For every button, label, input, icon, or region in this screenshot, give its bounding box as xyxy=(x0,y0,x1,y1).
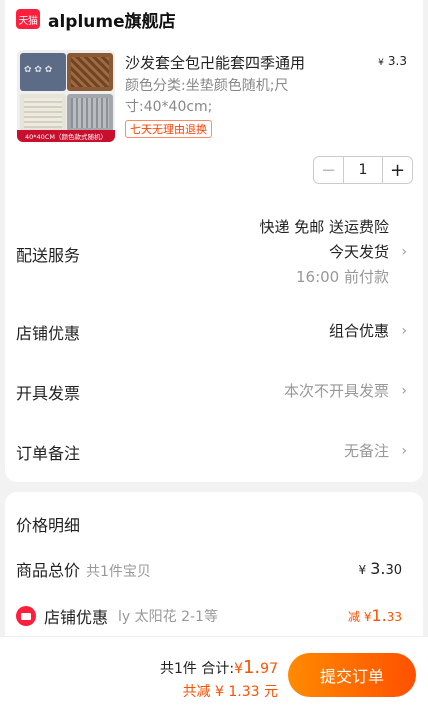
chevron-right-icon: › xyxy=(401,322,407,339)
quantity-value[interactable]: 1 xyxy=(344,157,382,183)
shop-coupon-value: 组合优惠 xyxy=(328,322,389,340)
cushion-gray-image xyxy=(67,94,113,132)
chevron-right-icon[interactable]: › xyxy=(401,244,407,260)
discount-prefix: 减 ¥ xyxy=(348,610,372,624)
order-note-selector[interactable]: 无备注 › xyxy=(344,440,407,461)
item-count: 共1件宝贝 xyxy=(86,564,151,580)
return-policy-badge: 七天无理由退换 xyxy=(125,120,212,138)
submit-order-button[interactable]: 提交订单 xyxy=(288,653,416,697)
tmall-badge-icon: 天猫 xyxy=(16,9,40,29)
shop-header[interactable]: 天猫 alplume旗舰店 xyxy=(16,7,176,32)
delivery-method: 快递 免邮 送运费险 xyxy=(259,218,389,236)
pay-deadline: 16:00 前付款 xyxy=(296,268,389,286)
invoice-label: 开具发票 xyxy=(16,384,81,403)
shop-discount-row[interactable]: 店铺优惠 ly 太阳花 2-1等 xyxy=(16,604,218,628)
product-price: ¥3.3 xyxy=(378,54,407,68)
goods-total-int: 3. xyxy=(370,559,386,578)
checkout-bar: 共1件 合计: ¥ 1. 97 共减 ¥ 1.33 元 提交订单 xyxy=(0,636,428,705)
summary-currency: ¥ xyxy=(234,661,243,677)
summary-saved: 共减 ¥ 1.33 元 xyxy=(182,684,278,700)
ship-time: 今天发货 xyxy=(328,243,389,261)
summary-total-int: 1. xyxy=(242,657,261,678)
invoice-selector[interactable]: 本次不开具发票 › xyxy=(284,380,407,401)
shop-coupon-selector[interactable]: 组合优惠 › xyxy=(329,320,407,341)
discount-int: 1. xyxy=(371,606,387,625)
cushion-beige-image xyxy=(20,94,66,132)
order-note-value: 无备注 xyxy=(343,442,389,460)
decrease-quantity-button[interactable]: − xyxy=(314,157,344,183)
quantity-stepper: − 1 + xyxy=(313,156,413,184)
price-detail-title: 价格明细 xyxy=(16,516,81,535)
order-summary: 共1件 合计: ¥ 1. 97 xyxy=(160,657,278,678)
price-value: 3.3 xyxy=(387,54,407,68)
product-title[interactable]: 沙发套全包卍能套四季通用 xyxy=(125,52,305,73)
order-card: 天猫 alplume旗舰店 40*40CM（颜色款式随机） 沙发套全包卍能套四季… xyxy=(5,0,423,482)
shop-name[interactable]: alplume旗舰店 xyxy=(48,7,176,32)
discount-icon xyxy=(16,606,36,626)
chevron-right-icon: › xyxy=(401,382,407,399)
shop-discount-detail: ly 太阳花 2-1等 xyxy=(118,609,218,625)
chevron-right-icon: › xyxy=(401,442,407,459)
price-unit: ¥ xyxy=(378,58,384,68)
shop-coupon-label: 店铺优惠 xyxy=(16,324,81,343)
product-variant[interactable]: 颜色分类:坐垫颜色随机;尺寸:40*40cm; xyxy=(125,76,325,118)
shop-discount-amount: 减 ¥1.33 xyxy=(348,606,402,625)
summary-total-dec: 97 xyxy=(260,661,278,677)
invoice-value: 本次不开具发票 xyxy=(283,382,389,400)
goods-total-text: 商品总价 xyxy=(16,561,81,580)
product-image[interactable]: 40*40CM（颜色款式随机） xyxy=(17,50,115,142)
summary-count-text: 共1件 合计: xyxy=(159,661,235,677)
currency-symbol: ¥ xyxy=(358,563,367,577)
order-note-label: 订单备注 xyxy=(16,444,81,463)
image-caption: 40*40CM（颜色款式随机） xyxy=(17,130,115,142)
discount-dec: 33 xyxy=(386,610,402,624)
delivery-label: 配送服务 xyxy=(16,246,81,265)
goods-total-price: ¥3.30 xyxy=(359,559,402,578)
increase-quantity-button[interactable]: + xyxy=(382,157,412,183)
goods-total-dec: 30 xyxy=(385,563,402,578)
cushion-blue-image xyxy=(20,53,66,91)
shop-discount-label: 店铺优惠 xyxy=(44,608,109,627)
delivery-info[interactable]: 快递 免邮 送运费险 今天发货 16:00 前付款 xyxy=(259,215,389,290)
cushion-brown-image xyxy=(67,53,113,91)
goods-total-label: 商品总价 共1件宝贝 xyxy=(16,557,151,581)
